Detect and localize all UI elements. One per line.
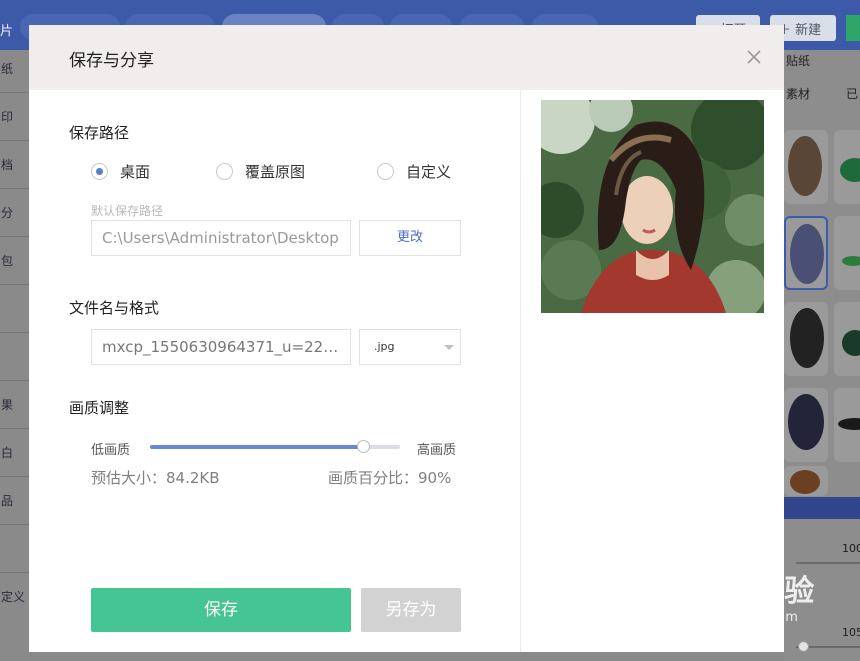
material-tab[interactable]: 素材	[786, 85, 810, 102]
quality-percent: 画质百分比：90%	[328, 469, 452, 487]
bg-slider-value: 100	[842, 542, 860, 555]
sidebar-item[interactable]: 定义	[0, 588, 30, 605]
bottom-strip	[30, 652, 784, 661]
radio-overwrite[interactable]: 覆盖原图	[216, 161, 305, 181]
baidu-watermark: Baidu经验 jingyan.baidu.com	[652, 566, 815, 625]
green-button[interactable]	[846, 15, 860, 41]
close-icon[interactable]	[744, 47, 764, 67]
radio-label: 桌面	[120, 162, 151, 181]
quality-slider-fill	[150, 445, 363, 449]
bg-slider-thumb[interactable]	[798, 641, 809, 652]
preview-image	[541, 100, 764, 313]
panel-header-bar	[784, 497, 860, 519]
divider	[0, 236, 30, 237]
divider	[0, 572, 30, 573]
default-path-hint: 默认保存路径	[91, 204, 164, 218]
column-divider	[520, 90, 521, 652]
radio-unchecked-icon	[377, 162, 394, 180]
sidebar-item[interactable]: 果	[0, 396, 30, 413]
save-as-button: 另存为	[361, 588, 461, 632]
sticker-thumb[interactable]	[834, 302, 860, 376]
sticker-thumb-selected[interactable]	[784, 216, 828, 290]
divider	[0, 332, 30, 333]
sidebar-item[interactable]: 白	[0, 444, 30, 461]
quality-title: 画质调整	[69, 399, 130, 417]
divider	[0, 284, 30, 285]
image-preview	[541, 100, 764, 313]
radio-checked-icon	[91, 162, 108, 180]
file-name-title: 文件名与格式	[69, 299, 160, 317]
sidebar-item[interactable]: 品	[0, 492, 30, 509]
sticker-thumb[interactable]	[784, 302, 828, 376]
chevron-down-icon	[444, 345, 454, 350]
format-select[interactable]: .jpg	[359, 329, 461, 365]
divider	[0, 188, 30, 189]
quality-slider-thumb[interactable]	[356, 440, 370, 453]
divider	[0, 476, 30, 477]
divider	[0, 380, 30, 381]
sidebar-item[interactable]: 纸	[0, 60, 30, 77]
low-quality-label: 低画质	[91, 443, 131, 458]
radio-label: 覆盖原图	[245, 162, 306, 181]
new-label: 新建	[795, 23, 822, 38]
quality-slider[interactable]	[150, 440, 400, 453]
divider	[0, 524, 30, 525]
save-button[interactable]: 保存	[91, 588, 351, 632]
sticker-thumb[interactable]	[834, 216, 860, 290]
radio-desktop[interactable]: 桌面	[91, 161, 150, 181]
tab-fragment: 片	[0, 24, 14, 39]
radio-unchecked-icon	[216, 162, 233, 180]
sticker-thumb[interactable]	[784, 466, 828, 496]
radio-label: 自定义	[406, 162, 452, 181]
sidebar-item[interactable]: 印	[0, 108, 30, 125]
radio-custom[interactable]: 自定义	[377, 161, 451, 181]
watermark-sub: jingyan.baidu.com	[662, 610, 799, 625]
change-path-button[interactable]: 更改	[359, 220, 461, 256]
sidebar-item[interactable]: 分	[0, 204, 30, 221]
estimated-size: 预估大小：84.2KB	[91, 469, 220, 487]
sticker-thumb[interactable]	[834, 388, 860, 462]
used-tab[interactable]: 已	[846, 85, 858, 102]
divider	[0, 428, 30, 429]
sticker-thumb[interactable]	[784, 130, 828, 204]
dialog-title: 保存与分享	[69, 51, 154, 71]
format-value: .jpg	[374, 340, 395, 353]
file-name-field[interactable]: mxcp_1550630964371_u=2238...	[91, 329, 351, 365]
bg-slider-value: 105	[842, 626, 860, 639]
sticker-thumb[interactable]	[784, 388, 828, 462]
divider	[0, 140, 30, 141]
save-path-title: 保存路径	[69, 124, 130, 142]
watermark-main: Baidu经验	[652, 574, 816, 609]
dialog-header: 保存与分享	[29, 25, 784, 90]
high-quality-label: 高画质	[417, 443, 457, 458]
save-path-field[interactable]: C:\Users\Administrator\Desktop	[91, 220, 351, 256]
stickers-label: 贴纸	[786, 54, 811, 68]
sidebar-item[interactable]: 包	[0, 252, 30, 269]
divider	[0, 92, 30, 93]
sticker-thumb[interactable]	[834, 130, 860, 204]
left-sidebar	[0, 50, 30, 661]
save-share-dialog: 保存与分享 保存路径 桌面 覆盖原图 自定义 默认保存路径 C:\Users\A…	[29, 25, 784, 652]
sidebar-item[interactable]: 档	[0, 156, 30, 173]
bg-slider-track[interactable]	[796, 562, 860, 564]
